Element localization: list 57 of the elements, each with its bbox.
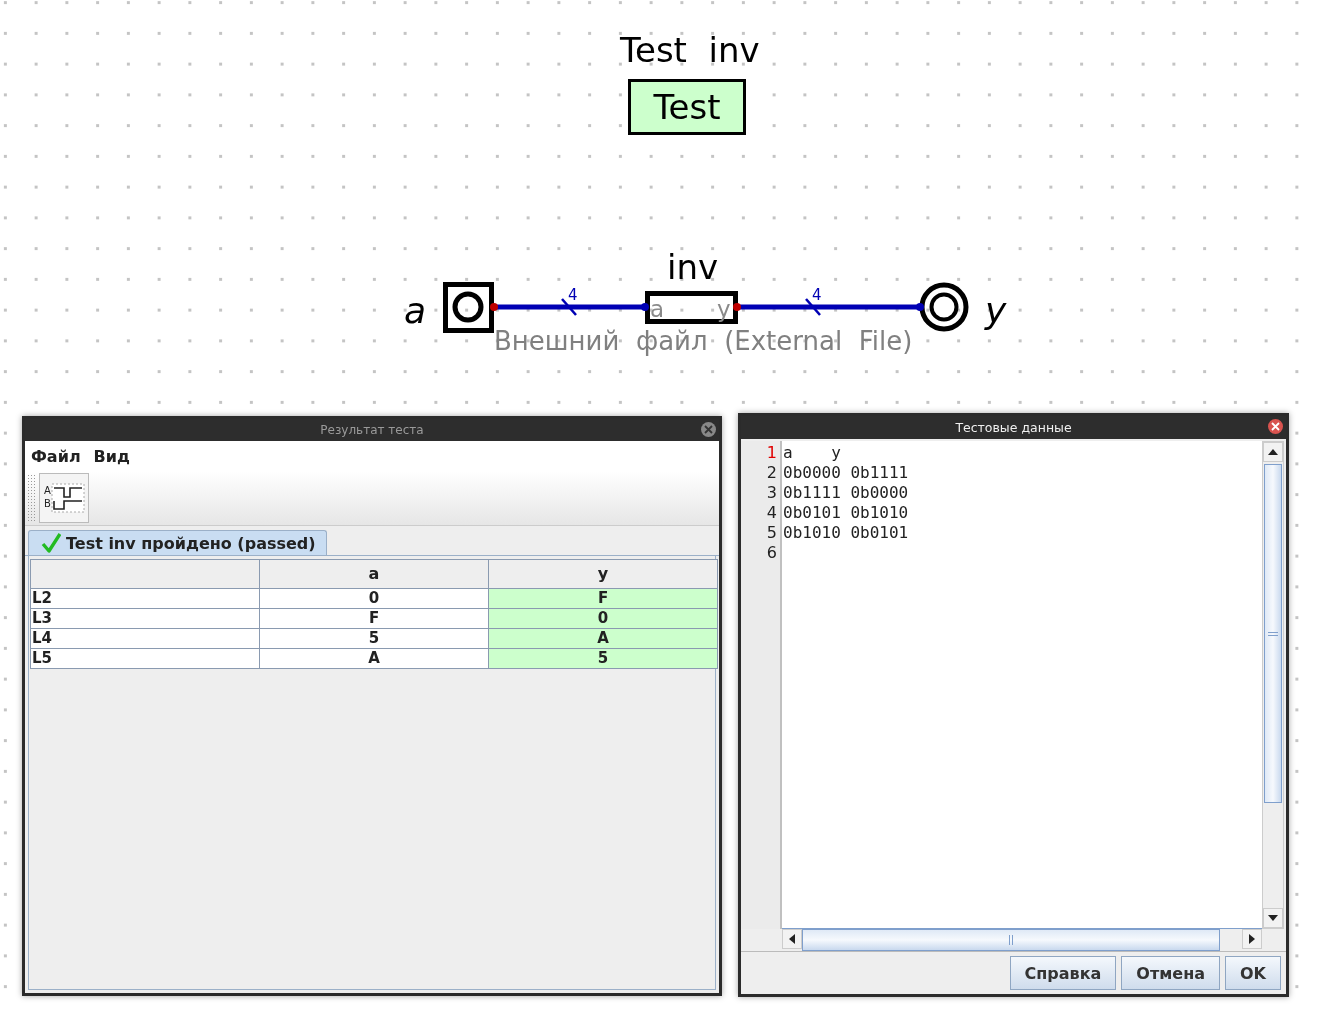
connection-dot [733, 303, 741, 311]
pin-label: y [717, 298, 731, 321]
dialog-button[interactable]: Справка [1009, 956, 1117, 990]
menu-item[interactable]: Файл [31, 446, 81, 466]
row-label: L3 [30, 608, 260, 629]
scroll-right-button[interactable] [1242, 929, 1262, 949]
component-label: inv [667, 250, 719, 284]
triangle-right-icon [1249, 934, 1255, 944]
code-line: 0b0101 0b1010 [782, 503, 910, 523]
code-line: 0b1111 0b0000 [782, 483, 910, 503]
code-line: 0b1010 0b0101 [782, 523, 910, 543]
test-title: Test inv [620, 33, 760, 67]
triangle-left-icon [789, 934, 795, 944]
code-line: 0b0000 0b1111 [782, 463, 910, 483]
line-number: 4 [765, 503, 778, 523]
line-number: 1 [765, 443, 778, 463]
dialog-button[interactable]: Отмена [1121, 956, 1220, 990]
line-number: 3 [765, 483, 778, 503]
input-label: a [404, 293, 427, 329]
triangle-down-icon [1268, 915, 1278, 921]
connection-dot [641, 303, 649, 311]
triangle-up-icon [1268, 449, 1278, 455]
line-number: 2 [765, 463, 778, 483]
input-pin-symbol [443, 282, 494, 333]
checkmark-icon [41, 533, 61, 553]
row-label: L2 [30, 588, 260, 609]
output-label: y [985, 293, 1007, 329]
connection-dot [916, 303, 924, 311]
signal-label: A [44, 485, 51, 496]
text-editor[interactable]: a y 0b0000 0b1111 0b1111 0b0000 0b0101 0b1010 0b1010 0b0101 [782, 441, 1262, 929]
column-header: y [488, 559, 718, 589]
vertical-scrollbar[interactable] [1262, 441, 1284, 929]
pin-label: a [650, 298, 665, 321]
bus-width-label: 4 [812, 288, 822, 303]
close-button[interactable] [1268, 419, 1283, 434]
line-number: 6 [765, 543, 778, 563]
bus-width-label: 4 [568, 288, 578, 303]
row-label: L4 [30, 628, 260, 649]
menu-item[interactable]: Вид [93, 446, 130, 466]
window-title: Тестовые данные [955, 420, 1072, 435]
scroll-down-button[interactable] [1263, 908, 1283, 928]
window-title: Результат теста [320, 423, 424, 437]
component-description: Внешний файл (External File) [494, 328, 913, 354]
result-tab[interactable]: Test inv пройдено (passed) [28, 530, 327, 555]
connection-dot [490, 303, 498, 311]
scroll-left-button[interactable] [782, 929, 802, 949]
code-line: a y [782, 443, 842, 463]
waveform-button[interactable]: A B [39, 473, 89, 523]
scroll-thumb[interactable] [1264, 464, 1282, 803]
column-header: a [259, 559, 489, 589]
row-label: L5 [30, 648, 260, 669]
line-number: 5 [765, 523, 778, 543]
test-button[interactable]: Test [628, 79, 746, 135]
output-pin-symbol [919, 282, 969, 332]
scroll-up-button[interactable] [1263, 442, 1283, 462]
dialog-button[interactable]: OK [1225, 956, 1281, 990]
signal-label: B [44, 498, 51, 509]
